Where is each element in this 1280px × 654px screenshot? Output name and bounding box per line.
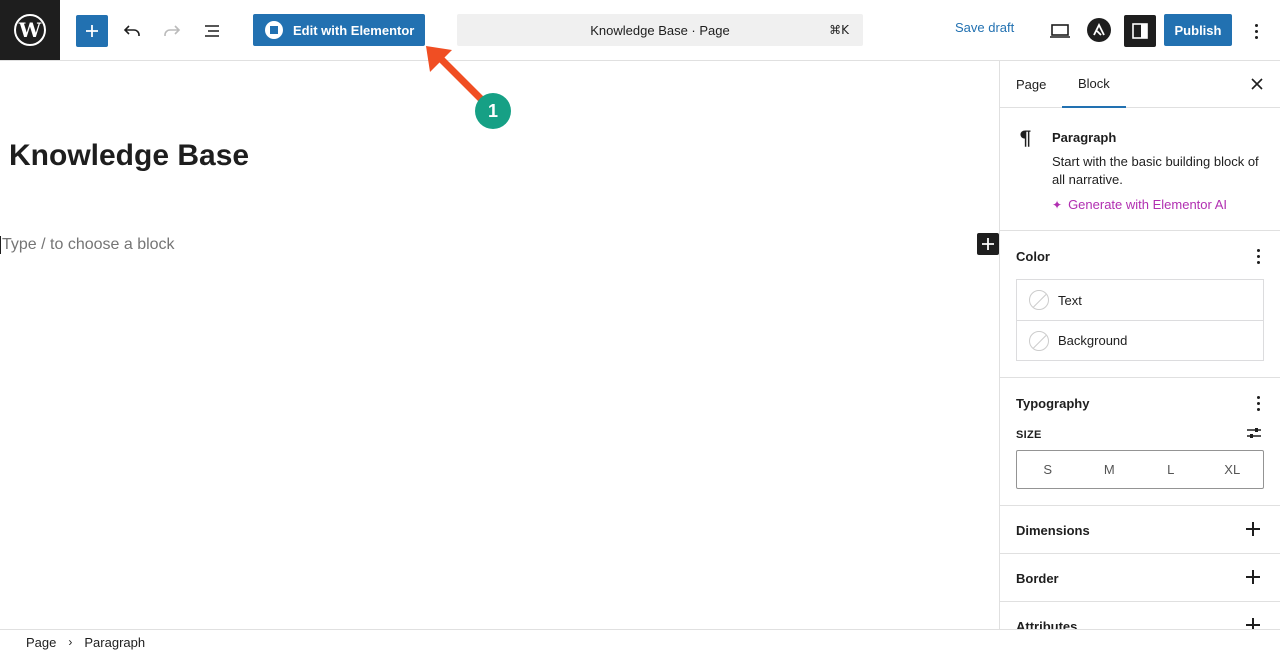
color-panel: Color Text Background (1000, 231, 1280, 378)
color-options-button[interactable] (1256, 249, 1260, 264)
size-option-xl[interactable]: XL (1202, 451, 1264, 488)
sliders-icon (1247, 428, 1261, 438)
typography-options-button[interactable] (1256, 396, 1260, 411)
size-option-s[interactable]: S (1017, 451, 1079, 488)
annotation-step-badge: 1 (475, 93, 511, 129)
plus-icon (1246, 522, 1260, 536)
page-title[interactable]: Knowledge Base (9, 139, 249, 173)
plus-icon (982, 238, 994, 250)
preview-button[interactable] (1044, 15, 1076, 47)
editor-header: W Edit with Elementor Knowledge Base · P… (0, 0, 1280, 61)
attributes-panel[interactable]: Attributes (1000, 602, 1280, 629)
block-inserter-toggle[interactable] (76, 15, 108, 47)
command-shortcut: ⌘K (829, 23, 849, 37)
block-description: Start with the basic building block of a… (1052, 154, 1259, 187)
color-background-button[interactable]: Background (1017, 320, 1263, 360)
tab-page[interactable]: Page (1016, 61, 1046, 108)
save-draft-button[interactable]: Save draft (955, 20, 1014, 35)
typography-panel-title: Typography (1016, 396, 1090, 411)
size-label: SIZE (1016, 429, 1042, 441)
sparkle-icon: ✦ (1052, 197, 1063, 212)
elementor-icon (265, 21, 283, 39)
block-card: ¶ Paragraph Start with the basic buildin… (1000, 108, 1280, 231)
options-menu-button[interactable] (1240, 15, 1272, 47)
edit-with-elementor-button[interactable]: Edit with Elementor (253, 14, 425, 46)
document-overview-button[interactable] (196, 15, 228, 47)
settings-sidebar-toggle[interactable] (1124, 15, 1156, 47)
astra-icon (1093, 23, 1105, 36)
custom-size-button[interactable] (1246, 426, 1262, 445)
font-size-picker: S M L XL (1016, 450, 1264, 489)
paragraph-block-placeholder[interactable]: Type / to choose a block (0, 236, 175, 254)
sidebar-tabs: Page Block (1000, 61, 1280, 108)
plus-icon (1246, 570, 1260, 584)
breadcrumb-paragraph[interactable]: Paragraph (84, 635, 145, 650)
settings-sidebar: Page Block ¶ Paragraph Start with the ba… (999, 61, 1280, 629)
close-icon (1251, 78, 1263, 90)
wordpress-icon: W (14, 14, 46, 46)
color-text-button[interactable]: Text (1017, 280, 1263, 320)
chevron-right-icon: › (68, 635, 73, 649)
size-option-m[interactable]: M (1079, 451, 1141, 488)
edit-with-elementor-label: Edit with Elementor (293, 22, 415, 38)
command-palette-bar[interactable]: Knowledge Base · Page ⌘K (457, 14, 863, 46)
desktop-icon (1050, 24, 1070, 38)
wordpress-logo-button[interactable]: W (0, 0, 60, 60)
editor-canvas[interactable]: Knowledge Base Type / to choose a block (0, 61, 999, 629)
color-background-label: Background (1058, 333, 1128, 348)
sidebar-icon (1132, 23, 1148, 39)
undo-button[interactable] (116, 15, 148, 47)
dimensions-panel-title: Dimensions (1016, 523, 1090, 538)
color-panel-title: Color (1016, 249, 1050, 264)
typography-panel: Typography SIZE S M L XL (1000, 378, 1280, 506)
publish-button[interactable]: Publish (1164, 14, 1232, 46)
attributes-panel-title: Attributes (1016, 619, 1078, 629)
empty-swatch-icon (1029, 290, 1049, 310)
close-sidebar-button[interactable] (1248, 75, 1266, 93)
paragraph-icon: ¶ (1019, 126, 1032, 150)
size-option-l[interactable]: L (1140, 451, 1202, 488)
plus-icon (1246, 618, 1260, 629)
tab-block[interactable]: Block (1062, 61, 1126, 108)
more-vertical-icon (1254, 23, 1258, 39)
redo-button[interactable] (156, 15, 188, 47)
border-panel-title: Border (1016, 571, 1059, 586)
color-list: Text Background (1016, 279, 1264, 361)
plus-icon (86, 25, 98, 37)
border-panel[interactable]: Border (1000, 554, 1280, 602)
breadcrumb-page[interactable]: Page (26, 635, 56, 650)
astra-settings-button[interactable] (1087, 18, 1111, 42)
inline-block-inserter-button[interactable] (977, 233, 999, 255)
color-text-label: Text (1058, 292, 1082, 308)
block-breadcrumb: Page › Paragraph (0, 629, 1280, 654)
redo-icon (164, 25, 181, 36)
generate-ai-label: Generate with Elementor AI (1068, 197, 1228, 212)
undo-icon (123, 25, 140, 36)
empty-swatch-icon (1029, 330, 1049, 351)
dimensions-panel[interactable]: Dimensions (1000, 506, 1280, 554)
generate-with-elementor-ai-link[interactable]: ✦ Generate with Elementor AI (1052, 197, 1227, 212)
document-title: Knowledge Base · Page (590, 22, 730, 38)
list-view-icon (205, 25, 219, 37)
block-name: Paragraph (1052, 130, 1117, 145)
